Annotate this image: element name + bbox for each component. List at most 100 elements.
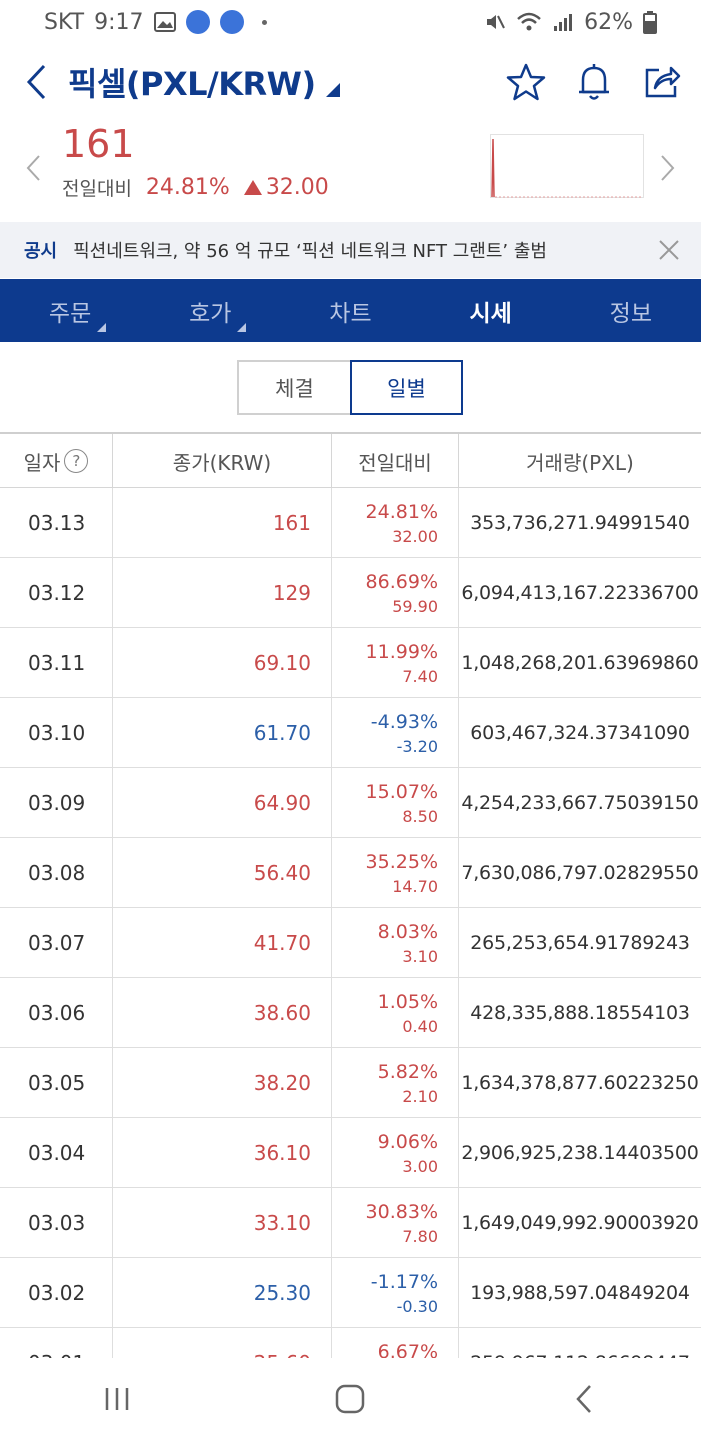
cell-change-rate: 24.81% xyxy=(365,500,438,523)
cell-close: 25.30 xyxy=(113,1258,332,1328)
coin-title[interactable]: 픽셀(PXL/KRW) xyxy=(68,59,316,105)
cell-date: 03.01 xyxy=(0,1328,113,1358)
cell-change: 5.82% 2.10 xyxy=(332,1048,459,1118)
tab-order-caret-icon xyxy=(97,323,107,332)
table-row[interactable]: 03.11 69.10 11.99% 7.40 1,048,268,201.639698… xyxy=(0,628,701,698)
tab-chart[interactable]: 차트 xyxy=(280,279,420,342)
cell-change-amount: 8.50 xyxy=(402,806,438,826)
alert-button[interactable] xyxy=(569,57,619,107)
app-notification-icon xyxy=(185,10,210,34)
cell-change: 6.67%1.60 xyxy=(332,1328,459,1358)
tab-orderbook[interactable]: 호가 xyxy=(140,279,280,342)
home-icon xyxy=(336,1384,365,1414)
cell-date: 03.12 xyxy=(0,558,113,628)
cell-close: 64.90 xyxy=(113,768,332,838)
cell-close: 56.40 xyxy=(113,838,332,908)
table-row[interactable]: 03.09 64.90 15.07% 8.50 4,254,233,667.750391… xyxy=(0,768,701,838)
cell-change: -4.93% -3.20 xyxy=(332,698,459,768)
battery-level: 62% xyxy=(584,9,633,35)
back-nav-button[interactable] xyxy=(554,1369,614,1429)
segment-trades[interactable]: 체결 xyxy=(237,360,350,415)
cell-volume: 259,967,112.86698447 xyxy=(459,1328,701,1358)
star-icon xyxy=(506,63,546,101)
notice-text[interactable]: 픽션네트워크, 약 56 억 규모 ‘픽션 네트워크 NFT 그랜트’ 출범 xyxy=(73,237,547,263)
back-button[interactable] xyxy=(4,50,68,114)
notice-close-button[interactable] xyxy=(655,236,683,264)
recent-apps-icon xyxy=(105,1388,129,1410)
tab-order-label: 주문 xyxy=(48,300,92,327)
cell-change-amount: -0.30 xyxy=(396,1296,438,1316)
share-icon xyxy=(645,66,681,98)
table-row[interactable]: 03.03 33.10 30.83% 7.80 1,649,049,992.900039… xyxy=(0,1188,701,1258)
back-arrow-icon xyxy=(26,64,46,100)
table-row[interactable]: 03.0125.606.67%1.60259,967,112.86698447 xyxy=(0,1328,701,1358)
change-line: 전일대비 24.81% 32.00 xyxy=(62,174,329,201)
cell-change-rate: 6.67% xyxy=(377,1340,438,1359)
cell-close: 69.10 xyxy=(113,628,332,698)
share-button[interactable] xyxy=(637,57,687,107)
table-row[interactable]: 03.05 38.20 5.82% 2.10 1,634,378,877.6022325… xyxy=(0,1048,701,1118)
cell-volume: 7,630,086,797.02829550 xyxy=(461,862,699,884)
cell-change-amount: 7.40 xyxy=(402,666,438,686)
cell-date: 03.09 xyxy=(0,768,113,838)
cell-volume: 1,649,049,992.90003920 xyxy=(461,1212,699,1234)
prev-coin-button[interactable] xyxy=(18,148,48,188)
tab-market-price[interactable]: 시세 xyxy=(421,279,561,342)
cell-volume: 353,736,271.94991540 xyxy=(470,512,690,534)
header-date: 일자 ? xyxy=(0,434,113,488)
table-row[interactable]: 03.04 36.10 9.06% 3.00 2,906,925,238.1440350… xyxy=(0,1118,701,1188)
back-nav-icon xyxy=(576,1385,592,1413)
cell-change-amount: 0.40 xyxy=(402,1016,438,1036)
table-row[interactable]: 03.02 25.30 -1.17% -0.30 193,988,597.0484920… xyxy=(0,1258,701,1328)
table-body: 03.13 161 24.81% 32.00 353,736,271.94991540 0… xyxy=(0,488,701,1358)
cell-date: 03.07 xyxy=(0,908,113,978)
cell-change: 86.69% 59.90 xyxy=(332,558,459,628)
cell-close: 129 xyxy=(113,558,332,628)
cell-change: 9.06% 3.00 xyxy=(332,1118,459,1188)
current-price: 161 xyxy=(62,122,135,166)
favorite-button[interactable] xyxy=(501,57,551,107)
daily-price-table[interactable]: 일자 ? 종가(KRW) 전일대비 거래량(PXL) 03.13 161 24.81… xyxy=(0,432,701,1358)
coin-select-caret-icon[interactable] xyxy=(325,82,340,97)
notice-banner[interactable]: 공시 픽션네트워크, 약 56 억 규모 ‘픽션 네트워크 NFT 그랜트’ 출… xyxy=(0,222,701,278)
header-date-label: 일자 xyxy=(23,450,61,475)
change-rate: 24.81% xyxy=(145,175,230,200)
tab-order[interactable]: 주문 xyxy=(0,279,140,342)
cell-date: 03.06 xyxy=(0,978,113,1048)
table-row[interactable]: 03.10 61.70 -4.93% -3.20 603,467,324.3734109… xyxy=(0,698,701,768)
cell-volume: 193,988,597.04849204 xyxy=(470,1282,690,1304)
cell-close: 41.70 xyxy=(113,908,332,978)
cell-date: 03.10 xyxy=(0,698,113,768)
system-nav-bar xyxy=(0,1358,701,1440)
header-change: 전일대비 xyxy=(332,434,459,488)
cell-volume: 603,467,324.37341090 xyxy=(470,722,690,744)
mini-chart[interactable] xyxy=(490,134,644,198)
tab-orderbook-label: 호가 xyxy=(189,300,232,327)
segment-daily[interactable]: 일별 xyxy=(350,360,463,415)
battery-icon xyxy=(643,11,657,34)
help-icon[interactable]: ? xyxy=(64,449,89,473)
app-notification-icon-2 xyxy=(219,10,244,34)
cell-change-rate: 8.03% xyxy=(377,920,438,943)
recent-apps-button[interactable] xyxy=(87,1369,147,1429)
cell-volume: 4,254,233,667.75039150 xyxy=(461,792,699,814)
table-row[interactable]: 03.12 129 86.69% 59.90 6,094,413,167.2233670… xyxy=(0,558,701,628)
cell-close: 161 xyxy=(113,488,332,558)
tab-market-price-label: 시세 xyxy=(469,300,512,327)
cell-change-rate: 11.99% xyxy=(365,640,438,663)
change-amount: 32.00 xyxy=(265,175,329,200)
chevron-left-icon xyxy=(26,155,40,181)
table-row[interactable]: 03.07 41.70 8.03% 3.10 265,253,654.91789243 xyxy=(0,908,701,978)
table-row[interactable]: 03.13 161 24.81% 32.00 353,736,271.94991540 xyxy=(0,488,701,558)
signal-icon xyxy=(554,14,573,31)
cell-close: 61.70 xyxy=(113,698,332,768)
next-coin-button[interactable] xyxy=(653,148,683,188)
table-row[interactable]: 03.06 38.60 1.05% 0.40 428,335,888.18554103 xyxy=(0,978,701,1048)
cell-change-rate: 1.05% xyxy=(377,990,438,1013)
tab-info[interactable]: 정보 xyxy=(561,279,701,342)
change-label: 전일대비 xyxy=(62,178,132,200)
cell-change-amount: 32.00 xyxy=(392,526,438,546)
home-button[interactable] xyxy=(320,1369,380,1429)
notice-tag: 공시 xyxy=(24,241,58,262)
table-row[interactable]: 03.08 56.40 35.25% 14.70 7,630,086,797.02829… xyxy=(0,838,701,908)
